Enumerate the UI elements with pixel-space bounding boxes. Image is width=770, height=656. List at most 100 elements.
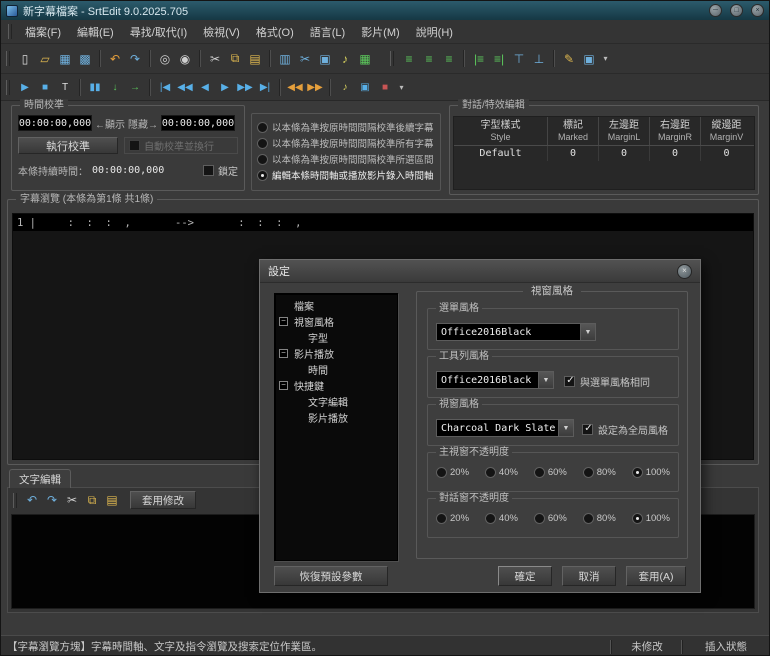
toolbar-style-combo[interactable]: Office2016Black ▼ xyxy=(436,371,554,389)
copy-icon[interactable]: ⧉ xyxy=(225,48,245,70)
effects-column-header[interactable]: 字型樣式 Style xyxy=(454,117,548,145)
redo-icon[interactable]: ↷ xyxy=(42,489,62,511)
undo-icon[interactable]: ↶ xyxy=(105,48,125,70)
next-subtitle-icon[interactable]: ▶▶ xyxy=(305,77,325,97)
align-right-icon[interactable]: ≡ xyxy=(439,48,459,70)
record-stop-icon[interactable]: ■ xyxy=(375,77,395,97)
toolbar-grip[interactable] xyxy=(390,51,394,66)
copy-icon[interactable]: ⧉ xyxy=(82,489,102,511)
prev-frame-icon[interactable]: ◀ xyxy=(195,77,215,97)
calibration-mode-option[interactable]: 以本條為準按原時間間隔校準所有字幕 xyxy=(257,135,436,151)
open-file-icon[interactable]: ▱ xyxy=(35,48,55,70)
paste-icon[interactable]: ▤ xyxy=(102,489,122,511)
time-insert-icon[interactable]: T xyxy=(55,77,75,97)
calibration-mode-option[interactable]: 編輯本條時間軸或播放影片錄入時間軸 xyxy=(257,167,436,183)
opacity-option[interactable]: 20% xyxy=(436,513,469,524)
apply-changes-button[interactable]: 套用修改 xyxy=(130,491,196,509)
menu-item[interactable]: 格式(O) xyxy=(248,21,302,43)
show-time-field[interactable]: 00:00:00,000 xyxy=(18,115,92,131)
menu-style-combo[interactable]: Office2016Black ▼ xyxy=(436,323,596,341)
effects-column-header[interactable]: 標記 Marked xyxy=(548,117,599,145)
opacity-option[interactable]: 20% xyxy=(436,467,469,478)
effects-column-header[interactable]: 右邊距 MarginR xyxy=(650,117,701,145)
save-icon[interactable]: ▦ xyxy=(55,48,75,70)
close-button[interactable]: × xyxy=(751,4,764,17)
cut-icon[interactable]: ✂ xyxy=(205,48,225,70)
first-frame-icon[interactable]: |◀ xyxy=(155,77,175,97)
undo-icon[interactable]: ↶ xyxy=(22,489,42,511)
stop-icon[interactable]: ■ xyxy=(35,77,55,97)
waveform-icon[interactable]: ▦ xyxy=(355,48,375,70)
audio-note-icon[interactable]: ♪ xyxy=(335,48,355,70)
find-next-icon[interactable]: ◉ xyxy=(175,48,195,70)
toolbar-overflow-icon[interactable]: ▾ xyxy=(599,48,612,70)
menubar-grip[interactable] xyxy=(8,24,12,39)
dialog-titlebar[interactable]: 設定 × xyxy=(260,260,700,283)
opacity-option[interactable]: 40% xyxy=(484,513,518,524)
frame-style-combo[interactable]: Charcoal Dark Slate ▼ xyxy=(436,419,574,437)
opacity-option[interactable]: 100% xyxy=(631,513,670,524)
menu-item[interactable]: 編輯(E) xyxy=(69,21,122,43)
menu-item[interactable]: 說明(H) xyxy=(408,21,461,43)
opacity-option[interactable]: 60% xyxy=(533,513,567,524)
subtitle-list-row[interactable]: 1 | : : : , --> : : : , xyxy=(13,214,753,231)
maximize-button[interactable]: □ xyxy=(730,4,743,17)
style-edit-icon[interactable]: ✎ xyxy=(559,48,579,70)
valign-bottom-icon[interactable]: ⊥ xyxy=(529,48,549,70)
effects-column-header[interactable]: 左邊距 MarginL xyxy=(599,117,650,145)
menu-item[interactable]: 影片(M) xyxy=(353,21,408,43)
save-all-icon[interactable]: ▩ xyxy=(75,48,95,70)
menu-item[interactable]: 尋找/取代(I) xyxy=(122,21,195,43)
tree-collapse-icon[interactable] xyxy=(279,380,288,390)
run-calibration-button[interactable]: 執行校準 xyxy=(18,137,119,154)
tree-item[interactable]: 視窗風格 xyxy=(275,313,397,329)
dialog-close-button[interactable]: × xyxy=(677,263,692,279)
tab-text-edit[interactable]: 文字編輯 xyxy=(9,469,71,488)
effects-table-row[interactable]: Default 0 0 0 0 xyxy=(454,146,754,161)
tree-item[interactable]: 字型 xyxy=(275,329,397,345)
paste-icon[interactable]: ▤ xyxy=(245,48,265,70)
align-left-icon[interactable]: ≡ xyxy=(399,48,419,70)
toolbar-grip[interactable] xyxy=(6,51,10,66)
opacity-option[interactable]: 60% xyxy=(533,467,567,478)
tree-collapse-icon[interactable] xyxy=(279,348,288,358)
menu-item[interactable]: 語言(L) xyxy=(302,21,353,43)
tree-item[interactable]: 文字編輯 xyxy=(275,393,397,409)
global-style-control[interactable]: 設定為全局風格 xyxy=(582,422,668,437)
menu-item[interactable]: 檔案(F) xyxy=(17,21,69,43)
chevron-down-icon[interactable]: ▼ xyxy=(558,420,573,436)
titlebar[interactable]: 新字幕檔案 - SrtEdit 9.0.2025.705 ─ □ × xyxy=(1,1,769,20)
restore-defaults-button[interactable]: 恢復預設參數 xyxy=(274,566,388,586)
cut-icon[interactable]: ✂ xyxy=(62,489,82,511)
play-icon[interactable]: ▶ xyxy=(15,77,35,97)
rewind-icon[interactable]: ◀◀ xyxy=(175,77,195,97)
style-window-icon[interactable]: ▣ xyxy=(579,48,599,70)
apply-button[interactable]: 套用(A) xyxy=(626,566,686,586)
same-as-menu-control[interactable]: 與選單風格相同 xyxy=(564,374,650,389)
menu-item[interactable]: 檢視(V) xyxy=(195,21,248,43)
find-icon[interactable]: ◎ xyxy=(155,48,175,70)
align-center-icon[interactable]: ≡ xyxy=(419,48,439,70)
lock-checkbox[interactable] xyxy=(203,165,214,176)
opacity-option[interactable]: 40% xyxy=(484,467,518,478)
valign-left-icon[interactable]: |≡ xyxy=(469,48,489,70)
opacity-option[interactable]: 80% xyxy=(582,513,616,524)
tree-item[interactable]: 檔案 xyxy=(275,297,397,313)
last-frame-icon[interactable]: ▶| xyxy=(255,77,275,97)
chevron-down-icon[interactable]: ▼ xyxy=(538,372,553,388)
record-time-icon[interactable]: ↓ xyxy=(105,77,125,97)
auto-calibrate-checkbox[interactable] xyxy=(129,140,141,151)
cancel-button[interactable]: 取消 xyxy=(562,566,616,586)
video-cut-icon[interactable]: ✂ xyxy=(295,48,315,70)
new-file-icon[interactable]: ▯ xyxy=(15,48,35,70)
toolbar-grip[interactable] xyxy=(6,79,10,95)
camera-icon[interactable]: ▣ xyxy=(355,77,375,97)
calibration-mode-option[interactable]: 以本條為準按原時間間隔校準後續字幕 xyxy=(257,119,436,135)
tree-item[interactable]: 時間 xyxy=(275,361,397,377)
tree-item[interactable]: 影片播放 xyxy=(275,409,397,425)
prev-subtitle-icon[interactable]: ◀◀ xyxy=(285,77,305,97)
forward-icon[interactable]: ▶▶ xyxy=(235,77,255,97)
next-frame-icon[interactable]: ▶ xyxy=(215,77,235,97)
ok-button[interactable]: 確定 xyxy=(498,566,552,586)
tree-item[interactable]: 快捷鍵 xyxy=(275,377,397,393)
